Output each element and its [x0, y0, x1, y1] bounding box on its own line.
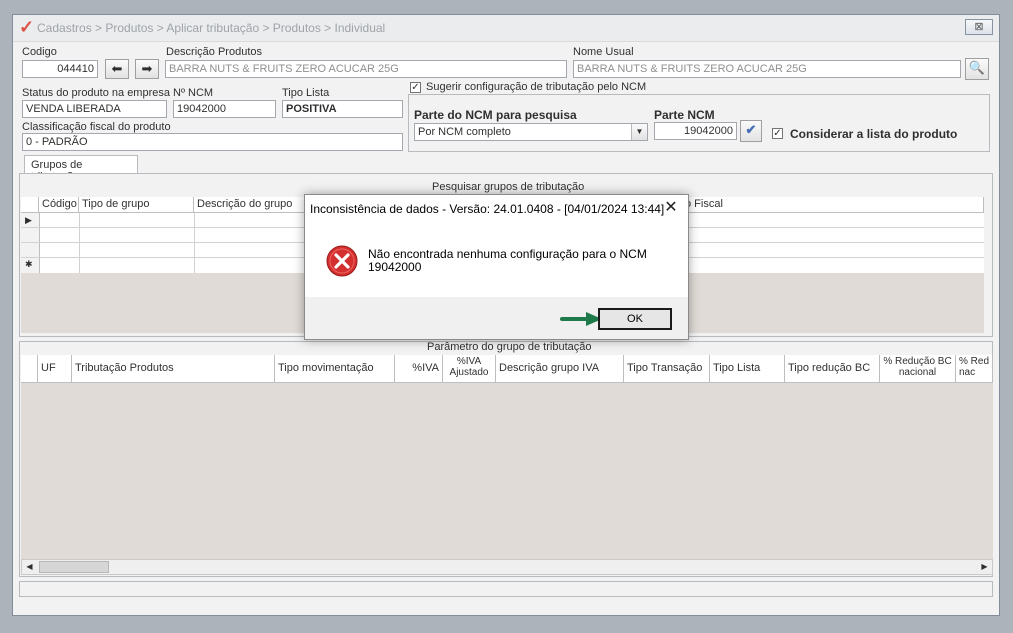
dialog-close-button[interactable]: ✕: [662, 199, 680, 217]
ok-button[interactable]: OK: [598, 308, 672, 330]
dialog-message: Não encontrada nenhuma configuração para…: [368, 247, 647, 274]
error-icon: [326, 245, 358, 277]
dialog-title: Inconsistência de dados - Versão: 24.01.…: [310, 202, 665, 216]
